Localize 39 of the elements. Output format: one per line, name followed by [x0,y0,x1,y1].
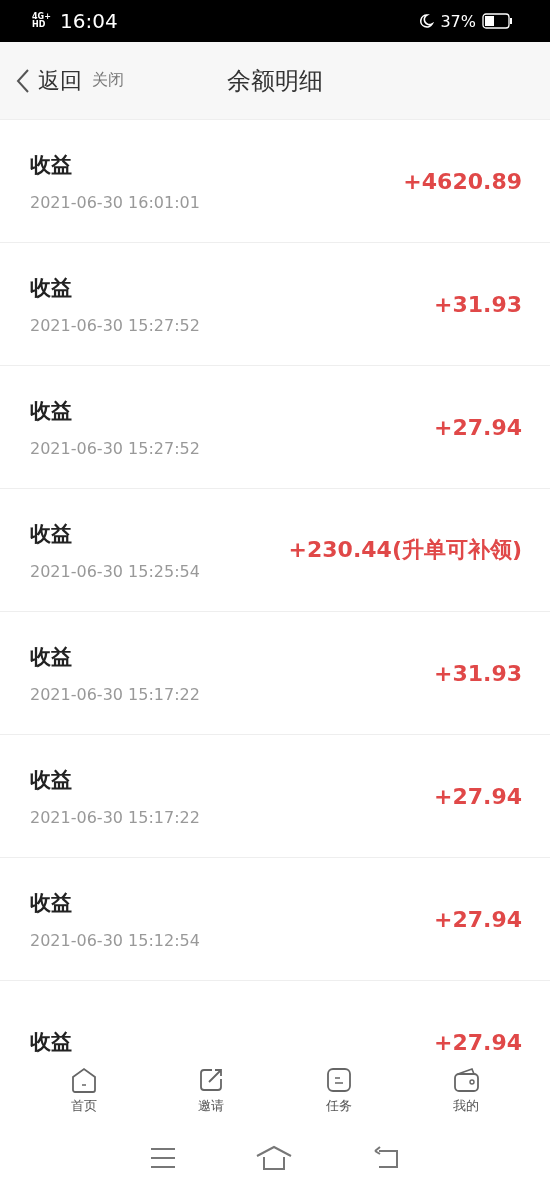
entry-date: 2021-06-30 15:17:22 [30,807,200,827]
entry-title: 收益 [30,397,73,425]
tab-item[interactable]: 我的 [451,1065,482,1115]
tab-item[interactable]: 首页 [68,1065,99,1115]
entry-title: 收益 [30,766,73,794]
entry-amount: +27.94 [433,1029,522,1055]
entry-amount: +27.94 [433,906,522,932]
entry-title: 收益 [30,889,73,917]
entry-amount: +31.93 [433,660,522,686]
battery-percent: 37% [440,11,476,31]
entry-date: 2021-06-30 15:25:54 [30,561,200,581]
entry-date: 2021-06-30 15:27:52 [30,438,200,458]
entry-date: 2021-06-30 15:17:22 [30,684,200,704]
battery-icon [482,13,512,29]
entry-amount: +31.93 [433,291,522,317]
network-indicator: 4G+HD [32,13,52,29]
entry-title: 收益 [30,151,73,179]
tab-item[interactable]: 邀请 [196,1065,227,1115]
entry-date: 2021-06-30 15:27:52 [30,315,200,335]
entry-title: 收益 [30,274,73,302]
chevron-left-icon [16,67,30,94]
moon-icon [418,13,435,29]
close-button[interactable]: 关闭 [92,70,124,91]
home-icon[interactable] [255,1145,293,1171]
entry-amount: +27.94 [433,414,522,440]
menu-icon[interactable] [149,1146,177,1170]
entry-date: 2021-06-30 15:12:54 [30,930,200,950]
page-title: 余额明细 [226,65,324,97]
entry-title: 收益 [30,643,73,671]
entry-amount: +27.94 [433,783,522,809]
entry-date: 2021-06-30 16:01:01 [30,192,200,212]
tab-item[interactable]: 任务 [323,1065,354,1115]
entry-title: 收益 [30,520,73,548]
entry-amount: +230.44(升单可补领) [288,536,522,564]
clock-time: 16:04 [60,9,118,33]
entry-title: 收益 [30,1029,72,1055]
wallet-icon [451,1065,482,1095]
entry-amount: +4620.89 [403,168,522,194]
back-button[interactable]: 返回 [16,65,82,96]
